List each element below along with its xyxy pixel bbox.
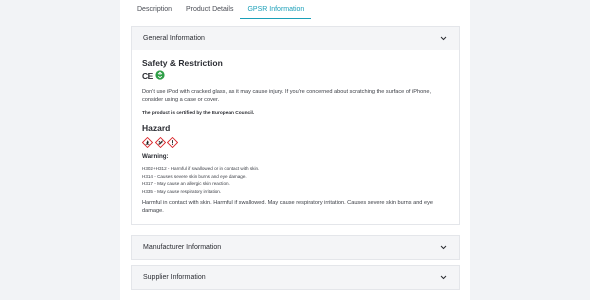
- chevron-down-icon: [439, 244, 447, 252]
- tab-bar: Description Product Details GPSR Informa…: [130, 0, 312, 19]
- manufacturer-information-accordion: Manufacturer Information: [131, 235, 460, 260]
- oxidizer-pictogram-icon: [154, 135, 166, 149]
- hazard-statement: H335 - May cause respiratory irritation.: [142, 188, 222, 194]
- exclamation-pictogram-icon: [166, 135, 179, 149]
- warning-title: Warning:: [142, 153, 169, 160]
- hazard-pictograms: [141, 135, 449, 149]
- hazard-statements: H302+H312 - Harmful if swallowed or in c…: [142, 165, 449, 195]
- tab-product-details[interactable]: Product Details: [179, 0, 240, 18]
- chevron-down-icon: [439, 274, 447, 282]
- certified-text: The product is certified by the European…: [142, 111, 255, 116]
- supplier-information-header[interactable]: Supplier Information: [132, 266, 459, 289]
- tab-description[interactable]: Description: [130, 0, 179, 18]
- general-information-header[interactable]: General Information: [132, 27, 459, 50]
- flame-pictogram-icon: [141, 135, 154, 149]
- ce-mark: CE: [142, 70, 153, 81]
- hazard-statement: H314 - Causes severe skin burns and eye …: [142, 173, 247, 179]
- conformity-marks: CE: [142, 69, 449, 81]
- manufacturer-information-title: Manufacturer Information: [143, 244, 222, 251]
- hazard-statement: H317 - May cause an allergic skin reacti…: [142, 181, 230, 187]
- manufacturer-information-header[interactable]: Manufacturer Information: [132, 236, 459, 259]
- hazard-title: Hazard: [142, 123, 171, 133]
- supplier-information-title: Supplier Information: [143, 274, 206, 281]
- product-info-panel: Description Product Details GPSR Informa…: [120, 0, 470, 300]
- general-information-body: Safety & Restriction CE Don't use iPod w…: [132, 50, 459, 215]
- recycle-icon: [155, 67, 165, 85]
- safety-text: Don't use iPod with cracked glass, as it…: [142, 89, 432, 103]
- supplier-information-accordion: Supplier Information: [131, 265, 460, 290]
- hazard-statement: H302+H312 - Harmful if swallowed or in c…: [142, 166, 260, 171]
- safety-restriction-title: Safety & Restriction: [142, 58, 223, 68]
- chevron-down-icon: [439, 35, 447, 43]
- tab-gpsr-information[interactable]: GPSR Information: [240, 0, 312, 19]
- general-information-title: General Information: [143, 35, 205, 42]
- general-information-accordion: General Information Safety & Restriction…: [131, 26, 460, 225]
- hazard-summary-text: Harmful in contact with skin. Harmful if…: [142, 200, 433, 214]
